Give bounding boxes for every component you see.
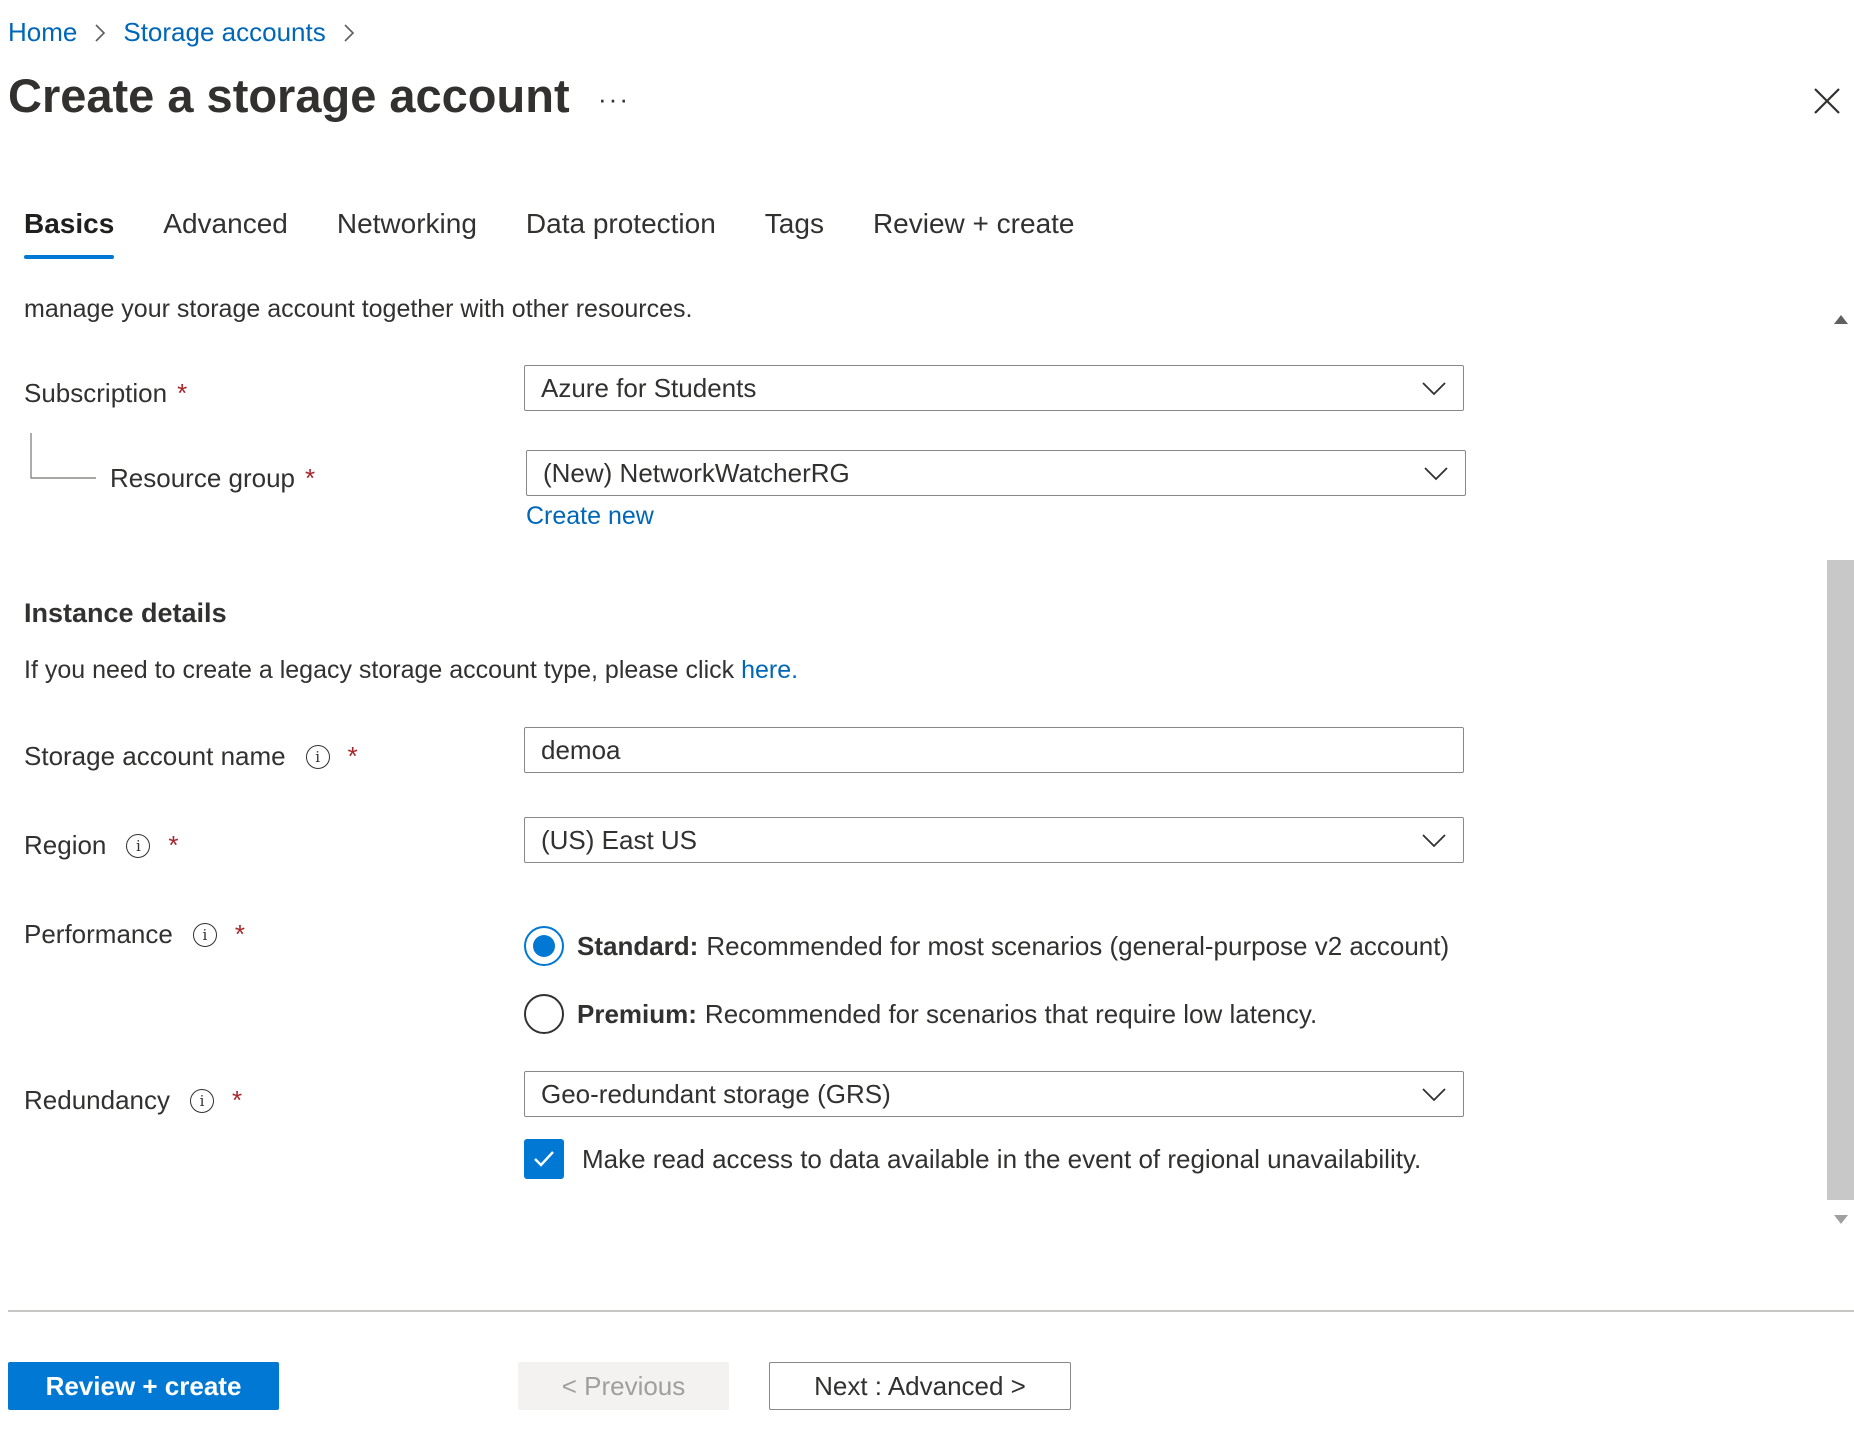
tab-data-protection[interactable]: Data protection	[526, 208, 716, 259]
tab-networking[interactable]: Networking	[337, 208, 477, 259]
info-icon[interactable]: i	[190, 1088, 214, 1113]
resource-group-value: (New) NetworkWatcherRG	[543, 457, 850, 488]
info-icon[interactable]: i	[305, 744, 330, 769]
more-options-button[interactable]: ···	[598, 84, 630, 115]
instance-details-heading: Instance details	[24, 598, 227, 628]
breadcrumb: Home Storage accounts	[8, 17, 372, 48]
performance-standard-desc: Recommended for most scenarios (general-…	[706, 930, 1450, 961]
read-access-label: Make read access to data available in th…	[582, 1143, 1422, 1174]
subscription-value: Azure for Students	[541, 372, 757, 403]
chevron-down-icon	[1421, 827, 1447, 853]
chevron-right-icon	[85, 18, 115, 48]
required-marker: *	[234, 919, 245, 949]
chevron-down-icon	[1423, 460, 1449, 486]
read-access-option: Make read access to data available in th…	[524, 1139, 1421, 1179]
redundancy-value: Geo-redundant storage (GRS)	[541, 1078, 891, 1109]
performance-standard-option[interactable]: Standard: Recommended for most scenarios…	[524, 926, 1449, 966]
tab-basics[interactable]: Basics	[24, 208, 115, 259]
required-marker: *	[232, 1085, 243, 1115]
performance-premium-desc: Recommended for scenarios that require l…	[704, 998, 1318, 1029]
legacy-account-note: If you need to create a legacy storage a…	[24, 656, 798, 685]
storage-account-name-label-text: Storage account name	[24, 741, 286, 771]
tab-advanced[interactable]: Advanced	[163, 208, 288, 259]
tree-connector	[30, 433, 96, 479]
tab-bar: Basics Advanced Networking Data protecti…	[24, 208, 1124, 259]
create-new-resource-group-link[interactable]: Create new	[526, 502, 654, 531]
chevron-down-icon	[1421, 1081, 1447, 1107]
legacy-account-link[interactable]: here.	[741, 656, 798, 684]
close-icon[interactable]	[1810, 84, 1844, 118]
region-label: Region i *	[24, 830, 179, 861]
breadcrumb-storage-accounts-link[interactable]: Storage accounts	[123, 17, 325, 48]
subscription-label: Subscription *	[24, 378, 187, 409]
subscription-label-text: Subscription	[24, 378, 168, 408]
performance-standard-title: Standard:	[577, 930, 699, 961]
page-title: Create a storage account	[8, 69, 570, 122]
scrollbar-thumb[interactable]	[1827, 560, 1854, 1200]
storage-account-name-input[interactable]: demoa	[524, 727, 1464, 773]
breadcrumb-home-link[interactable]: Home	[8, 17, 77, 48]
tab-review-create[interactable]: Review + create	[873, 208, 1075, 259]
previous-button[interactable]: < Previous	[518, 1362, 729, 1410]
review-create-button[interactable]: Review + create	[8, 1362, 279, 1410]
tab-tags[interactable]: Tags	[765, 208, 824, 259]
region-label-text: Region	[24, 830, 107, 860]
project-details-description: manage your storage account together wit…	[24, 295, 693, 323]
required-marker: *	[347, 741, 358, 771]
resource-group-label-text: Resource group	[110, 463, 295, 493]
subscription-dropdown[interactable]: Azure for Students	[524, 365, 1464, 411]
performance-label: Performance i *	[24, 919, 245, 950]
required-marker: *	[168, 830, 179, 860]
scroll-up-arrow-icon[interactable]	[1833, 312, 1849, 330]
scroll-down-arrow-icon[interactable]	[1833, 1213, 1849, 1231]
chevron-down-icon	[1421, 375, 1447, 401]
resource-group-label: Resource group *	[110, 463, 315, 494]
read-access-checkbox[interactable]	[524, 1139, 564, 1179]
region-value: (US) East US	[541, 824, 698, 855]
resource-group-dropdown[interactable]: (New) NetworkWatcherRG	[526, 450, 1466, 496]
radio-button-selected[interactable]	[524, 926, 564, 966]
storage-account-name-label: Storage account name i *	[24, 741, 358, 772]
chevron-right-icon	[334, 18, 364, 48]
performance-premium-title: Premium:	[577, 998, 697, 1029]
checkmark-icon	[534, 1151, 554, 1167]
redundancy-label: Redundancy i *	[24, 1085, 242, 1116]
radio-button[interactable]	[524, 994, 564, 1034]
storage-account-name-value: demoa	[541, 734, 621, 765]
performance-premium-option[interactable]: Premium: Recommended for scenarios that …	[524, 994, 1317, 1034]
next-advanced-button[interactable]: Next : Advanced >	[769, 1362, 1071, 1410]
redundancy-label-text: Redundancy	[24, 1085, 170, 1115]
required-marker: *	[305, 463, 316, 493]
legacy-account-text: If you need to create a legacy storage a…	[24, 656, 742, 684]
required-marker: *	[177, 378, 188, 408]
redundancy-dropdown[interactable]: Geo-redundant storage (GRS)	[524, 1071, 1464, 1117]
region-dropdown[interactable]: (US) East US	[524, 817, 1464, 863]
info-icon[interactable]: i	[192, 922, 217, 947]
footer-divider	[8, 1310, 1854, 1312]
info-icon[interactable]: i	[126, 833, 151, 858]
performance-label-text: Performance	[24, 919, 173, 949]
